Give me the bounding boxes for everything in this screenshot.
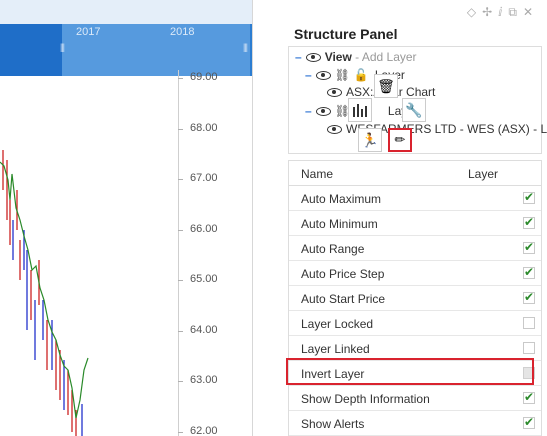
eye-icon[interactable] [327, 88, 342, 98]
navigator-left-handle[interactable]: ||| [60, 42, 65, 52]
property-row[interactable]: Auto Range [289, 236, 541, 261]
property-label: Auto Minimum [301, 217, 378, 231]
properties-table: Name Layer Auto Maximum Auto Minimum Auto … [288, 160, 542, 436]
pencil-icon: ✏ [394, 132, 406, 147]
property-label: Auto Start Price [301, 292, 386, 306]
structure-panel: ◇✢ⅈ⧉✕ Structure Panel – View - Add Layer … [282, 0, 547, 436]
view-label: View [324, 50, 352, 64]
y-axis-tick [178, 330, 183, 332]
price-bars [2, 150, 83, 436]
collapse-icon[interactable]: – [305, 68, 312, 82]
navigator-right-handle[interactable]: ||| [243, 42, 248, 52]
property-checkbox[interactable] [523, 317, 535, 329]
panel-title: Structure Panel [294, 26, 398, 42]
chart-area[interactable]: 2017 2018 ||| ||| 69.00 68.00 67.00 66.00 65… [0, 0, 282, 436]
lock-icon[interactable]: 🔓 [354, 68, 369, 82]
y-axis-tick [178, 128, 183, 130]
y-axis-tick-label: 64.00 [190, 323, 218, 336]
y-axis-tick-label: 66.00 [190, 222, 218, 235]
bar-chart-icon [353, 104, 367, 117]
restore-icon[interactable]: ⧉ [508, 5, 523, 19]
property-row[interactable]: Auto Price Step [289, 261, 541, 286]
navigator-year-label: 2018 [170, 26, 195, 38]
y-axis-tick-label: 65.00 [190, 273, 218, 285]
property-checkbox[interactable] [523, 290, 535, 304]
property-checkbox[interactable] [523, 215, 535, 229]
y-axis-tick-label: 67.00 [190, 172, 218, 184]
property-label: Show Alerts [301, 417, 365, 431]
property-checkbox[interactable] [523, 390, 535, 404]
price-plot [0, 150, 89, 436]
property-row[interactable]: Show Alerts [289, 411, 541, 436]
y-axis-tick [178, 179, 183, 180]
property-row[interactable]: Auto Minimum [289, 211, 541, 236]
invert-layer-highlight [286, 358, 534, 385]
collapse-icon[interactable]: – [305, 104, 312, 118]
navigator-background [0, 0, 252, 24]
property-row[interactable]: Show Depth Information [289, 386, 541, 411]
property-checkbox[interactable] [523, 265, 535, 279]
header-name: Name [301, 167, 334, 181]
window-controls: ◇✢ⅈ⧉✕ [467, 5, 539, 20]
property-label: Layer Locked [301, 317, 374, 331]
chart-type-button[interactable] [348, 98, 372, 122]
y-axis-tick-label: 63.00 [190, 374, 218, 386]
y-axis-tick-label: 68.00 [190, 121, 218, 134]
wrench-icon: 🔧 [405, 101, 423, 118]
eye-icon[interactable] [327, 125, 342, 135]
y-axis-tick [178, 229, 183, 231]
delete-layer-button[interactable]: 🗑 [374, 74, 398, 98]
edit-layer-button[interactable]: ✏ [388, 128, 412, 152]
property-row[interactable]: Layer Locked [289, 311, 541, 336]
property-checkbox[interactable] [523, 240, 535, 254]
link-icon[interactable]: ⛓ [335, 68, 350, 82]
runner-icon: 🏃 [361, 131, 379, 148]
property-label: Auto Range [301, 242, 365, 256]
property-label: Show Depth Information [301, 392, 430, 406]
navigator-left-region [0, 24, 62, 76]
settings-button[interactable]: 🔧 [402, 98, 426, 122]
pin-icon[interactable]: ✢ [482, 5, 498, 19]
y-axis-tick [178, 280, 183, 281]
tree-row-view[interactable]: – View - Add Layer [295, 50, 417, 64]
y-axis-tick [178, 78, 183, 79]
properties-header: Name Layer [289, 161, 541, 186]
property-row[interactable]: Auto Start Price [289, 286, 541, 311]
add-layer-link[interactable]: - Add Layer [352, 50, 416, 64]
collapse-icon[interactable]: – [295, 50, 302, 64]
y-axis-tick [178, 431, 183, 433]
chart-edge [252, 0, 253, 436]
property-label: Layer Linked [301, 342, 370, 356]
close-icon[interactable]: ✕ [523, 5, 539, 19]
trash-icon: 🗑 [377, 77, 395, 94]
property-label: Auto Maximum [301, 192, 382, 206]
y-axis-tick [178, 381, 183, 382]
property-checkbox[interactable] [523, 342, 535, 354]
eye-icon[interactable] [305, 53, 321, 63]
property-label: Auto Price Step [301, 267, 385, 281]
property-checkbox[interactable] [523, 190, 535, 204]
navigator-year-label: 2017 [76, 26, 101, 38]
header-layer: Layer [468, 167, 499, 181]
y-axis-tick-label: 62.00 [190, 424, 218, 436]
y-axis-tick-label: 69.00 [190, 71, 218, 83]
eye-icon[interactable] [315, 107, 331, 117]
eye-icon[interactable] [315, 71, 331, 81]
price-line [0, 161, 89, 419]
property-checkbox[interactable] [523, 415, 535, 429]
animate-button[interactable]: 🏃 [358, 128, 382, 152]
app-root: 2017 2018 ||| ||| 69.00 68.00 67.00 66.00 65… [0, 0, 547, 436]
diamond-icon[interactable]: ◇ [467, 5, 482, 19]
property-row[interactable]: Auto Maximum [289, 186, 541, 211]
info-icon[interactable]: ⅈ [498, 5, 508, 19]
